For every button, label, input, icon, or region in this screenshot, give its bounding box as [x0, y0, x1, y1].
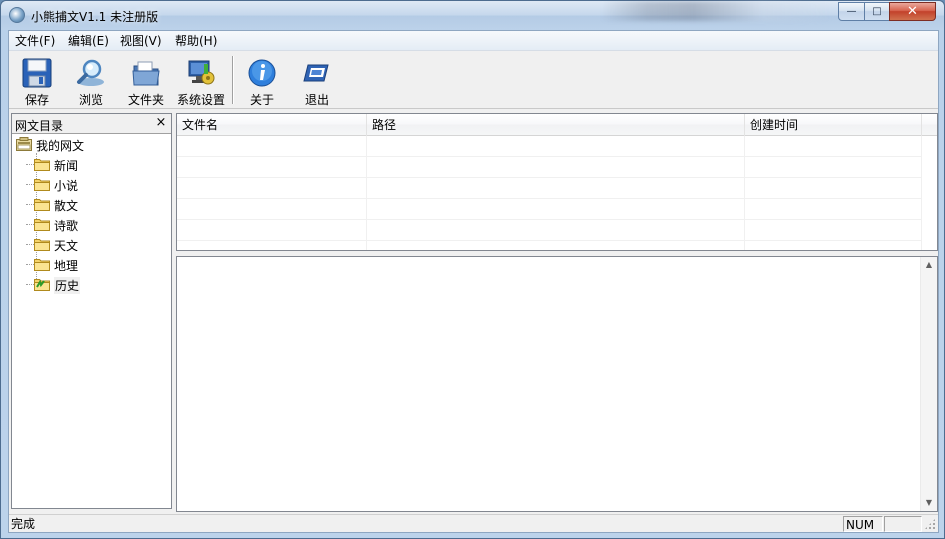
grid-line — [921, 136, 922, 250]
about-label: 关于 — [249, 93, 274, 107]
history-icon — [34, 279, 50, 291]
tree-connector — [26, 164, 34, 165]
folder-label: 文件夹 — [127, 93, 164, 107]
tree-item-history[interactable]: 历史 — [34, 276, 104, 294]
directory-panel-header: 网文目录 × — [12, 114, 171, 134]
status-bar: 完成 NUM — [9, 514, 938, 532]
minimize-icon: — — [846, 6, 857, 17]
folder-icon — [34, 259, 50, 271]
tree-item-label: 小说 — [54, 179, 79, 193]
exit-button[interactable]: 退出 — [291, 56, 343, 107]
tree-connector — [26, 264, 34, 265]
toolbar-separator — [232, 56, 234, 104]
column-filename[interactable]: 文件名 — [177, 114, 367, 136]
tree-item-news[interactable]: 新闻 — [34, 156, 104, 174]
close-icon: ✕ — [907, 4, 918, 19]
app-window: 小熊捕文V1.1 未注册版 — □ ✕ 文件(F) 编辑(E) 视图(V) 帮助… — [0, 0, 945, 539]
maximize-icon: □ — [872, 6, 882, 17]
column-created-time[interactable]: 创建时间 — [745, 114, 922, 136]
table-row[interactable] — [177, 178, 921, 199]
root-folder-icon — [16, 137, 32, 151]
table-row[interactable] — [177, 220, 921, 241]
status-text: 完成 — [11, 517, 36, 531]
tree-connector — [26, 204, 34, 205]
tree-item-label: 天文 — [54, 239, 79, 253]
tree-connector — [26, 244, 34, 245]
column-path[interactable]: 路径 — [367, 114, 745, 136]
scroll-down-icon[interactable]: ▼ — [921, 495, 937, 511]
tree-item-geography[interactable]: 地理 — [34, 256, 104, 274]
directory-panel: 网文目录 × 我的网文 新闻 小说 散文 诗歌 天文 地理 历史 — [11, 113, 172, 509]
tree-item-label: 历史 — [54, 277, 81, 294]
content-view[interactable]: ▲ ▼ — [176, 256, 938, 512]
folder-icon — [34, 199, 50, 211]
file-list: 文件名 路径 创建时间 — [176, 113, 938, 251]
toolbar: 保存 浏览 文件夹 系统设置 关于 退出 — [9, 52, 938, 109]
tree-item-label: 散文 — [54, 199, 79, 213]
tree-item-novel[interactable]: 小说 — [34, 176, 104, 194]
tree-item-astronomy[interactable]: 天文 — [34, 236, 104, 254]
grid-line — [744, 136, 745, 250]
menu-edit[interactable]: 编辑(E) — [67, 33, 110, 49]
table-row[interactable] — [177, 157, 921, 178]
settings-label: 系统设置 — [176, 93, 225, 107]
menu-help[interactable]: 帮助(H) — [174, 33, 218, 49]
menu-view[interactable]: 视图(V) — [119, 33, 163, 49]
tree-item-poetry[interactable]: 诗歌 — [34, 216, 104, 234]
panel-close-icon[interactable]: × — [154, 115, 168, 130]
file-list-header: 文件名 路径 创建时间 — [177, 114, 937, 136]
tree-item-prose[interactable]: 散文 — [34, 196, 104, 214]
background-blur — [601, 1, 831, 21]
close-button[interactable]: ✕ — [889, 2, 936, 21]
about-button[interactable]: 关于 — [236, 56, 288, 107]
tree-item-label: 地理 — [54, 259, 79, 273]
exit-label: 退出 — [304, 93, 329, 107]
title-bar[interactable]: 小熊捕文V1.1 未注册版 — □ ✕ — [1, 1, 944, 30]
table-row[interactable] — [177, 199, 921, 220]
directory-panel-title: 网文目录 — [15, 119, 64, 133]
info-icon — [248, 59, 276, 87]
minimize-button[interactable]: — — [838, 2, 865, 21]
folder-icon — [34, 219, 50, 231]
folder-icon — [132, 61, 160, 86]
tree-connector — [26, 224, 34, 225]
exit-icon — [303, 64, 329, 82]
maximize-button[interactable]: □ — [864, 2, 890, 21]
magnifier-icon — [77, 59, 104, 86]
vertical-scrollbar[interactable]: ▲ ▼ — [920, 257, 937, 511]
folder-icon — [34, 159, 50, 171]
scroll-up-icon[interactable]: ▲ — [921, 257, 937, 273]
settings-icon — [188, 60, 215, 85]
folder-icon — [34, 179, 50, 191]
tree-root[interactable]: 我的网文 — [16, 136, 96, 154]
browse-button[interactable]: 浏览 — [65, 56, 117, 107]
status-empty-cell — [884, 516, 922, 532]
tree-root-label: 我的网文 — [36, 139, 85, 153]
window-title: 小熊捕文V1.1 未注册版 — [31, 10, 159, 24]
tree-item-label: 诗歌 — [54, 219, 79, 233]
save-label: 保存 — [24, 93, 49, 107]
resize-grip-icon[interactable] — [924, 518, 936, 530]
grid-line — [366, 136, 367, 250]
client-area: 文件(F) 编辑(E) 视图(V) 帮助(H) 保存 浏览 文件夹 系统设置 关… — [8, 30, 939, 533]
num-lock-indicator: NUM — [843, 516, 883, 532]
tree-connector — [26, 284, 34, 285]
menu-file[interactable]: 文件(F) — [14, 33, 56, 49]
app-icon[interactable] — [9, 7, 25, 23]
floppy-disk-icon — [22, 58, 52, 88]
table-row[interactable] — [177, 136, 921, 157]
folder-button[interactable]: 文件夹 — [120, 56, 172, 107]
browse-label: 浏览 — [78, 93, 103, 107]
tree-connector — [26, 184, 34, 185]
tree-item-label: 新闻 — [54, 159, 79, 173]
save-button[interactable]: 保存 — [11, 56, 63, 107]
menu-bar: 文件(F) 编辑(E) 视图(V) 帮助(H) — [9, 31, 938, 51]
settings-button[interactable]: 系统设置 — [175, 56, 227, 107]
folder-icon — [34, 239, 50, 251]
